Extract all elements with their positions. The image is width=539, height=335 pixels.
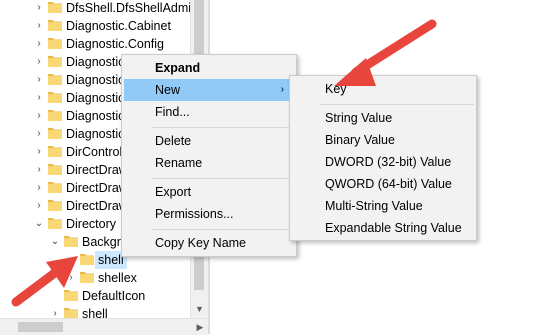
folder-icon — [64, 236, 78, 247]
submenu-item-multi-string-value[interactable]: Multi-String Value — [292, 195, 474, 217]
menu-item-label: Binary Value — [325, 133, 395, 147]
folder-icon — [80, 254, 94, 265]
tree-label: DirControl — [66, 145, 123, 159]
tree-label: Backgr — [82, 235, 121, 249]
menu-item-label: Find... — [155, 105, 190, 119]
chevron-right-icon[interactable]: › — [34, 89, 44, 107]
menu-item-label: Delete — [155, 134, 192, 148]
tree-label: Diagnostic.Cabinet — [66, 19, 171, 33]
folder-icon — [48, 92, 62, 103]
tree-row[interactable]: › shellex — [0, 269, 190, 287]
folder-icon — [80, 272, 94, 283]
folder-icon — [48, 56, 62, 67]
menu-item-expand[interactable]: Expand — [124, 57, 294, 79]
folder-icon — [48, 146, 62, 157]
folder-icon — [48, 38, 62, 49]
submenu-item-dword-value[interactable]: DWORD (32-bit) Value — [292, 151, 474, 173]
tree-label: shellex — [98, 271, 137, 285]
chevron-right-icon[interactable]: › — [34, 197, 44, 215]
menu-item-label: Multi-String Value — [325, 199, 423, 213]
submenu-arrow-icon: › — [280, 84, 284, 95]
folder-icon — [48, 74, 62, 85]
chevron-right-icon[interactable]: › — [34, 35, 44, 53]
menu-item-rename[interactable]: Rename — [124, 152, 294, 174]
submenu-item-string-value[interactable]: String Value — [292, 107, 474, 129]
scroll-right-icon[interactable]: ▶ — [192, 319, 208, 335]
context-menu: Expand New › Find... Delete Rename Expor… — [121, 54, 297, 257]
tree-label: Diagnostic.Config — [66, 37, 164, 51]
submenu-item-binary-value[interactable]: Binary Value — [292, 129, 474, 151]
scroll-down-icon[interactable]: ▼ — [191, 301, 208, 318]
folder-icon — [48, 128, 62, 139]
menu-separator — [152, 229, 294, 230]
horizontal-scrollbar[interactable]: ▶ — [0, 318, 208, 335]
folder-icon — [48, 20, 62, 31]
menu-item-label: Permissions... — [155, 207, 234, 221]
tree-label: DirectDraw — [66, 181, 128, 195]
menu-item-label: Expandable String Value — [325, 221, 462, 235]
menu-item-find[interactable]: Find... — [124, 101, 294, 123]
menu-item-permissions[interactable]: Permissions... — [124, 203, 294, 225]
tree-label: DirectDraw — [66, 199, 128, 213]
menu-item-copy-key-name[interactable]: Copy Key Name — [124, 232, 294, 254]
folder-icon — [48, 164, 62, 175]
chevron-right-icon[interactable]: › — [34, 125, 44, 143]
menu-separator — [152, 127, 294, 128]
chevron-right-icon[interactable]: › — [34, 53, 44, 71]
menu-separator — [320, 104, 474, 105]
folder-icon — [48, 2, 62, 13]
menu-item-label: Key — [325, 82, 347, 96]
tree-row[interactable]: › Diagnostic.Config — [0, 35, 190, 53]
folder-icon — [64, 290, 78, 301]
menu-item-label: QWORD (64-bit) Value — [325, 177, 452, 191]
tree-label: DfsShell.DfsShellAdmin — [66, 1, 198, 15]
tree-label: Diagnostic — [66, 73, 125, 87]
chevron-right-icon[interactable]: › — [66, 269, 76, 287]
folder-icon — [48, 182, 62, 193]
chevron-right-icon[interactable]: › — [34, 161, 44, 179]
chevron-down-icon[interactable]: ⌄ — [50, 233, 60, 251]
menu-item-label: Export — [155, 185, 192, 199]
menu-separator — [152, 178, 294, 179]
menu-item-new[interactable]: New › — [124, 79, 294, 101]
menu-item-export[interactable]: Export — [124, 181, 294, 203]
tree-row[interactable]: DefaultIcon — [0, 287, 190, 305]
chevron-right-icon[interactable]: › — [34, 143, 44, 161]
chevron-right-icon[interactable]: › — [34, 179, 44, 197]
tree-label: Diagnostic — [66, 55, 125, 69]
menu-item-label: Copy Key Name — [155, 236, 247, 250]
chevron-right-icon[interactable]: › — [34, 17, 44, 35]
folder-icon — [48, 200, 62, 211]
chevron-right-icon[interactable]: › — [34, 0, 44, 17]
tree-label: Diagnostic — [66, 127, 125, 141]
tree-row[interactable]: › DfsShell.DfsShellAdmin — [0, 0, 198, 17]
tree-label: Diagnostic — [66, 91, 125, 105]
tree-label: DirectDraw — [66, 163, 128, 177]
submenu-item-expandable-string-value[interactable]: Expandable String Value — [292, 217, 474, 239]
tree-label: DefaultIcon — [82, 289, 146, 303]
menu-item-label: Rename — [155, 156, 203, 170]
folder-icon — [48, 218, 62, 229]
folder-icon — [48, 110, 62, 121]
menu-item-label: DWORD (32-bit) Value — [325, 155, 452, 169]
new-submenu: Key String Value Binary Value DWORD (32-… — [289, 75, 477, 241]
submenu-item-qword-value[interactable]: QWORD (64-bit) Value — [292, 173, 474, 195]
menu-item-label: New — [155, 83, 181, 97]
submenu-item-key[interactable]: Key — [292, 78, 474, 100]
chevron-down-icon[interactable]: ⌄ — [34, 215, 44, 233]
scrollbar-thumb[interactable] — [18, 322, 63, 332]
menu-item-label: Expand — [155, 61, 201, 75]
tree-row[interactable]: › Diagnostic.Cabinet — [0, 17, 190, 35]
menu-item-label: String Value — [325, 111, 393, 125]
chevron-right-icon[interactable]: › — [34, 107, 44, 125]
chevron-right-icon[interactable]: › — [34, 71, 44, 89]
tree-label: Directory — [66, 217, 117, 231]
menu-item-delete[interactable]: Delete — [124, 130, 294, 152]
tree-label: Diagnostic — [66, 109, 125, 123]
